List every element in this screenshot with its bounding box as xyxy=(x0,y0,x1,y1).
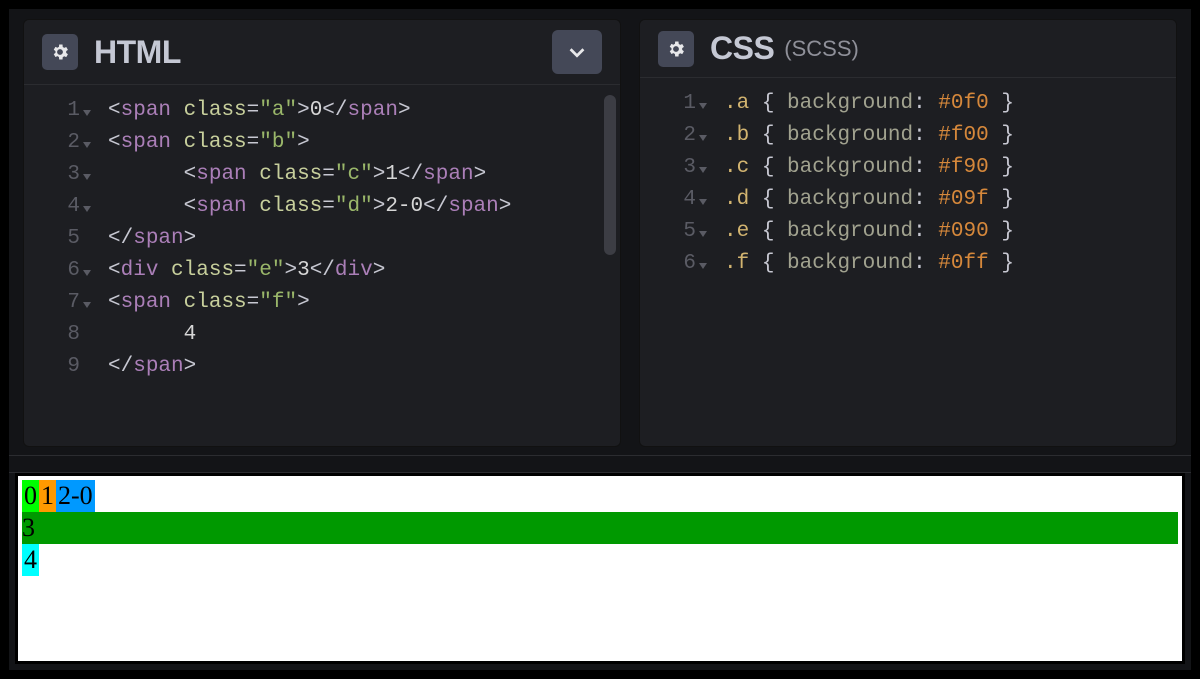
inner-frame: HTML 123456789 <span class="a">0</span><… xyxy=(8,8,1192,671)
html-code-area[interactable]: 123456789 <span class="a">0</span><span … xyxy=(24,85,620,446)
gear-icon xyxy=(50,42,70,62)
html-pane-header: HTML xyxy=(24,20,620,85)
output-separator[interactable] xyxy=(9,455,1191,473)
output-span-a: 0 xyxy=(22,480,39,512)
output-preview: 012-0 3 4 xyxy=(15,473,1185,664)
output-span-f: 4 xyxy=(22,544,39,576)
html-editor-pane: HTML 123456789 <span class="a">0</span><… xyxy=(23,19,621,447)
html-expand-button[interactable] xyxy=(552,30,602,74)
html-pane-title: HTML xyxy=(94,34,181,71)
css-pane-title: CSS xyxy=(710,30,774,67)
css-code[interactable]: .a { background: #0f0 }.b { background: … xyxy=(704,88,1176,436)
editor-row: HTML 123456789 <span class="a">0</span><… xyxy=(9,9,1191,455)
gear-icon xyxy=(666,39,686,59)
css-pane-subtitle: (SCSS) xyxy=(784,36,859,62)
html-settings-button[interactable] xyxy=(42,34,78,70)
chevron-down-icon xyxy=(566,41,588,63)
html-scrollbar[interactable] xyxy=(604,95,616,255)
css-gutter: 123456 xyxy=(640,88,704,436)
output-span-d: 2-0 xyxy=(56,480,95,512)
html-gutter: 123456789 xyxy=(24,95,88,436)
html-code[interactable]: <span class="a">0</span><span class="b">… xyxy=(88,95,620,436)
app-root: HTML 123456789 <span class="a">0</span><… xyxy=(0,0,1200,679)
output-span-c: 1 xyxy=(39,480,56,512)
css-code-area[interactable]: 123456 .a { background: #0f0 }.b { backg… xyxy=(640,78,1176,446)
output-row-1: 012-0 xyxy=(22,480,1178,512)
css-settings-button[interactable] xyxy=(658,31,694,67)
output-div-e: 3 xyxy=(22,512,1178,544)
output-span-b: 12-0 xyxy=(39,480,95,512)
css-editor-pane: CSS (SCSS) 123456 .a { background: #0f0 … xyxy=(639,19,1177,447)
css-pane-header: CSS (SCSS) xyxy=(640,20,1176,78)
